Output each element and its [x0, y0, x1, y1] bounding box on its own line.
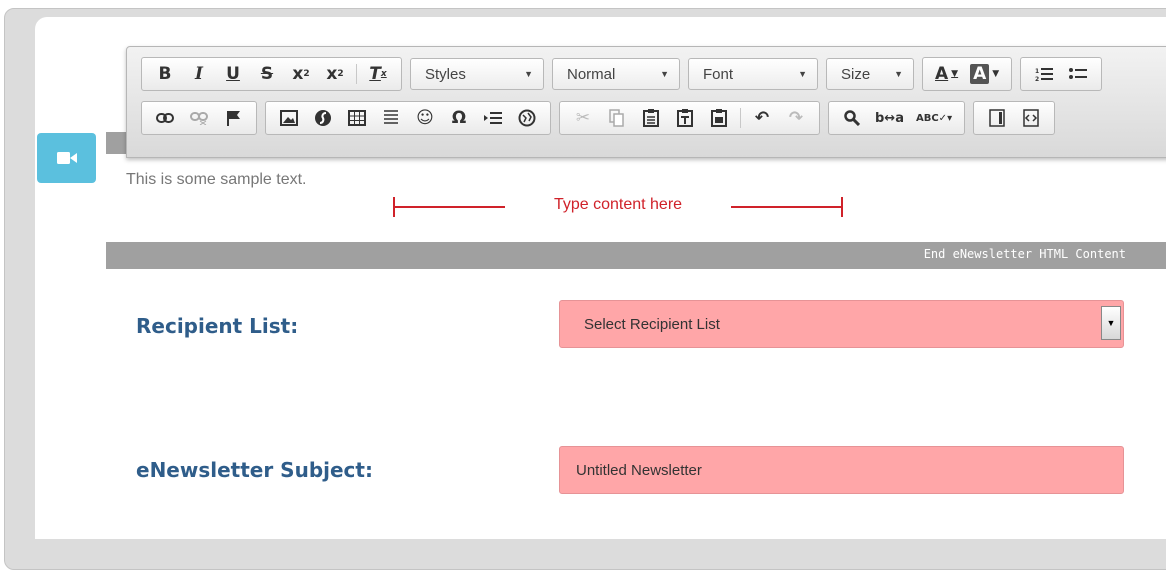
find-group: b↔a ABC✓▾ [828, 101, 966, 135]
video-camera-icon [56, 152, 77, 164]
special-char-icon[interactable]: Ω [445, 105, 473, 131]
end-content-label: End eNewsletter HTML Content [923, 247, 1126, 261]
subject-label: eNewsletter Subject: [136, 458, 373, 482]
toolbar-row-2: ☺ Ω ✂ ↶ ↷ b↔a ABC✓▾ [141, 101, 1056, 135]
svg-text:1: 1 [1035, 68, 1039, 75]
page-break-icon[interactable] [479, 105, 507, 131]
chevron-down-icon: ▼ [660, 69, 669, 79]
toolbar-row-1: B I U S x2 x2 Tx Styles ▼ Normal ▼ Font ▼ S… [141, 57, 1103, 91]
annotation-line-left [393, 206, 505, 208]
styles-combo[interactable]: Styles ▼ [410, 58, 544, 90]
recipient-list-select[interactable]: Select Recipient List ▼ [559, 300, 1124, 348]
table-icon[interactable] [343, 105, 371, 131]
copy-icon[interactable] [603, 105, 631, 131]
undo-icon[interactable]: ↶ [748, 105, 776, 131]
type-content-annotation: Type content here [393, 196, 843, 218]
link-icon[interactable] [151, 105, 179, 131]
numbered-list-icon[interactable]: 12 [1030, 61, 1058, 87]
editor-sample-text[interactable]: This is some sample text. [126, 171, 307, 189]
flash-icon[interactable] [309, 105, 337, 131]
end-content-bar: End eNewsletter HTML Content [106, 242, 1166, 269]
superscript-icon[interactable]: x2 [321, 61, 349, 87]
replace-icon[interactable]: b↔a [872, 105, 907, 131]
annotation-line-right [731, 206, 843, 208]
text-color-icon[interactable]: A ▼ [932, 61, 961, 87]
recipient-list-value: Select Recipient List [584, 316, 720, 333]
editor-toolbar: B I U S x2 x2 Tx Styles ▼ Normal ▼ Font ▼ S… [126, 46, 1166, 158]
horizontal-line-icon[interactable] [377, 105, 405, 131]
clipboard-group: ✂ ↶ ↷ [559, 101, 820, 135]
recipient-list-label: Recipient List: [136, 314, 299, 338]
chevron-down-icon: ▼ [798, 69, 807, 79]
paste-word-icon[interactable] [705, 105, 733, 131]
strikethrough-icon[interactable]: S [253, 61, 281, 87]
chevron-down-icon: ▼ [894, 69, 903, 79]
redo-icon[interactable]: ↷ [782, 105, 810, 131]
insert-group: ☺ Ω [265, 101, 551, 135]
svg-text:2: 2 [1035, 76, 1039, 82]
color-group: A ▼ A ▼ [922, 57, 1013, 91]
basic-styles-group: B I U S x2 x2 Tx [141, 57, 402, 91]
remove-format-icon[interactable]: Tx [364, 61, 392, 87]
format-combo-label: Normal [567, 65, 616, 83]
styles-combo-label: Styles [425, 65, 466, 83]
spellcheck-icon[interactable]: ABC✓▾ [913, 105, 955, 131]
size-combo[interactable]: Size ▼ [826, 58, 914, 90]
background-color-icon[interactable]: A ▼ [967, 61, 1002, 87]
video-button[interactable] [37, 133, 96, 183]
iframe-icon[interactable] [513, 105, 541, 131]
paste-icon[interactable] [637, 105, 665, 131]
paste-text-icon[interactable] [671, 105, 699, 131]
unlink-icon[interactable] [185, 105, 213, 131]
italic-icon[interactable]: I [185, 61, 213, 87]
misc-group [973, 101, 1056, 135]
subscript-icon[interactable]: x2 [287, 61, 315, 87]
templates-icon[interactable] [983, 105, 1011, 131]
font-combo[interactable]: Font ▼ [688, 58, 818, 90]
find-icon[interactable] [838, 105, 866, 131]
anchor-flag-icon[interactable] [219, 105, 247, 131]
subject-input[interactable] [559, 446, 1124, 494]
format-combo[interactable]: Normal ▼ [552, 58, 680, 90]
bold-icon[interactable]: B [151, 61, 179, 87]
chevron-down-icon: ▼ [524, 69, 533, 79]
separator [356, 64, 357, 84]
smiley-icon[interactable]: ☺ [411, 105, 439, 131]
source-icon[interactable] [1017, 105, 1045, 131]
underline-icon[interactable]: U [219, 61, 247, 87]
cut-icon[interactable]: ✂ [569, 105, 597, 131]
bulleted-list-icon[interactable] [1064, 61, 1092, 87]
list-group: 12 [1020, 57, 1103, 91]
separator [740, 108, 741, 128]
links-group [141, 101, 257, 135]
chevron-down-icon[interactable]: ▼ [1101, 306, 1121, 340]
image-icon[interactable] [275, 105, 303, 131]
font-combo-label: Font [703, 65, 734, 83]
annotation-label: Type content here [553, 196, 683, 213]
annotation-tick-right [841, 197, 843, 217]
size-combo-label: Size [841, 65, 871, 83]
